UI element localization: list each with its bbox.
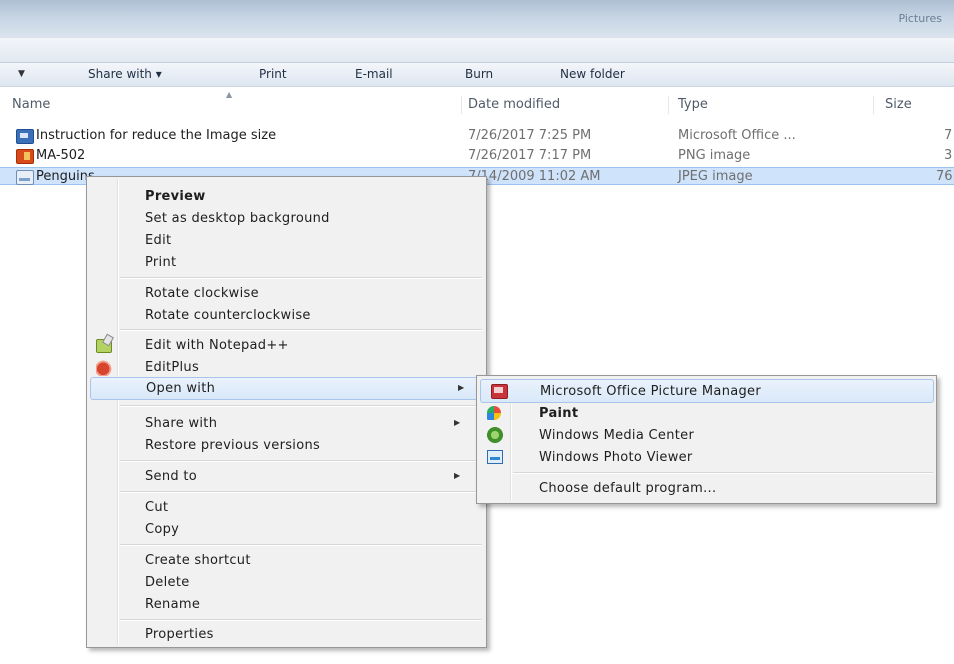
column-divider[interactable]	[668, 96, 669, 114]
new-folder-button[interactable]: New folder	[560, 67, 625, 81]
column-header-name[interactable]: Name	[12, 97, 50, 112]
column-divider[interactable]	[461, 96, 462, 114]
notepadpp-icon	[96, 339, 112, 353]
menu-separator	[120, 619, 482, 621]
menu-separator	[120, 491, 482, 493]
file-row[interactable]: MA-502 7/26/2017 7:17 PM PNG image 3	[0, 147, 954, 165]
window-titlebar: Pictures	[0, 0, 954, 38]
command-toolbar: ▼ Share with ▾ Print E-mail Burn New fol…	[0, 63, 954, 87]
file-date: 7/14/2009 11:02 AM	[468, 169, 601, 184]
window-title: Pictures	[898, 12, 942, 25]
word-document-icon	[16, 129, 34, 144]
organize-dropdown-icon[interactable]: ▼	[18, 69, 25, 79]
menu-item-preview[interactable]: Preview	[87, 186, 486, 207]
menu-item-rotate-clockwise[interactable]: Rotate clockwise	[87, 283, 486, 304]
menu-item-editplus[interactable]: EditPlus	[87, 357, 486, 378]
file-size: 3	[944, 148, 953, 163]
sort-ascending-icon: ▲	[226, 90, 233, 99]
menu-item-copy[interactable]: Copy	[87, 519, 486, 540]
menu-item-set-desktop-background[interactable]: Set as desktop background	[87, 208, 486, 229]
file-size: 76	[936, 169, 953, 184]
menu-item-edit-with-notepadpp[interactable]: Edit with Notepad++	[87, 335, 486, 356]
file-type: PNG image	[678, 148, 751, 163]
menu-item-cut[interactable]: Cut	[87, 497, 486, 518]
menu-item-delete[interactable]: Delete	[87, 572, 486, 593]
editplus-icon	[96, 360, 112, 376]
paint-icon	[487, 406, 501, 420]
email-button[interactable]: E-mail	[355, 67, 393, 81]
menu-item-share-with[interactable]: Share with ▶	[87, 413, 486, 434]
menu-item-rotate-counterclockwise[interactable]: Rotate counterclockwise	[87, 305, 486, 326]
picture-manager-icon	[491, 384, 508, 399]
menu-separator	[120, 277, 482, 279]
submenu-separator	[513, 472, 933, 474]
jpeg-image-icon	[16, 170, 34, 185]
menu-item-print[interactable]: Print	[87, 252, 486, 273]
menu-item-edit[interactable]: Edit	[87, 230, 486, 251]
file-row[interactable]: Instruction for reduce the Image size 7/…	[0, 127, 954, 145]
address-bar[interactable]	[0, 38, 954, 63]
open-with-submenu: Microsoft Office Picture Manager Paint W…	[476, 375, 937, 504]
column-header-type[interactable]: Type	[678, 97, 708, 112]
submenu-arrow-icon: ▶	[454, 471, 461, 480]
file-name: Instruction for reduce the Image size	[36, 128, 277, 143]
submenu-item-paint[interactable]: Paint	[477, 402, 936, 424]
column-header-size[interactable]: Size	[885, 97, 912, 112]
menu-separator	[120, 544, 482, 546]
column-divider[interactable]	[873, 96, 874, 114]
menu-item-create-shortcut[interactable]: Create shortcut	[87, 550, 486, 571]
context-menu: Preview Set as desktop background Edit P…	[86, 176, 487, 648]
print-button[interactable]: Print	[259, 67, 287, 81]
submenu-item-media-center[interactable]: Windows Media Center	[477, 424, 936, 446]
menu-item-restore-previous-versions[interactable]: Restore previous versions	[87, 435, 486, 456]
column-header-date[interactable]: Date modified	[468, 97, 560, 112]
menu-separator	[120, 329, 482, 331]
submenu-item-choose-default[interactable]: Choose default program...	[477, 477, 936, 499]
menu-item-properties[interactable]: Properties	[87, 624, 486, 645]
share-with-button[interactable]: Share with ▾	[88, 67, 162, 81]
menu-separator	[120, 460, 482, 462]
file-date: 7/26/2017 7:17 PM	[468, 148, 592, 163]
file-name: MA-502	[36, 148, 86, 163]
column-headers: Name Date modified Type Size	[0, 90, 954, 116]
submenu-item-photo-viewer[interactable]: Windows Photo Viewer	[477, 446, 936, 468]
file-size: 7	[944, 128, 953, 143]
submenu-arrow-icon: ▶	[454, 418, 461, 427]
burn-button[interactable]: Burn	[465, 67, 493, 81]
menu-separator	[120, 405, 482, 407]
photo-viewer-icon	[487, 450, 503, 464]
file-date: 7/26/2017 7:25 PM	[468, 128, 592, 143]
file-type: Microsoft Office ...	[678, 128, 796, 143]
submenu-arrow-icon: ▶	[458, 383, 465, 392]
media-center-icon	[487, 427, 503, 443]
menu-item-rename[interactable]: Rename	[87, 594, 486, 615]
png-image-icon	[16, 149, 34, 164]
menu-item-send-to[interactable]: Send to ▶	[87, 466, 486, 487]
menu-item-open-with[interactable]: Open with ▶	[90, 377, 484, 400]
submenu-item-picture-manager[interactable]: Microsoft Office Picture Manager	[480, 379, 934, 403]
file-type: JPEG image	[678, 169, 753, 184]
